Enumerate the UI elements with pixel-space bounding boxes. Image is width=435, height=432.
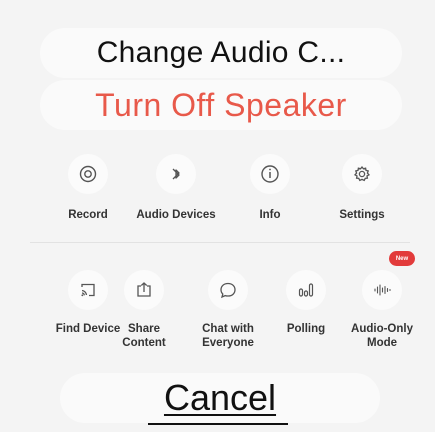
- share-icon: [124, 270, 164, 310]
- audio-only-label: Audio-Only Mode: [351, 322, 413, 350]
- share-label-line1: Share: [128, 323, 160, 335]
- section-divider: [30, 242, 410, 243]
- share-label-line2: Content: [122, 337, 166, 349]
- info-icon: [250, 154, 290, 194]
- gear-icon: [342, 154, 382, 194]
- record-option[interactable]: Record: [60, 154, 116, 222]
- audio-devices-label: Audio Devices: [136, 209, 216, 221]
- cancel-underline: [148, 423, 288, 425]
- chat-icon: [208, 270, 248, 310]
- turn-off-speaker-label: Turn Off Speaker: [95, 86, 347, 123]
- polling-option[interactable]: Polling: [280, 270, 332, 336]
- audio-wave-icon: [362, 270, 402, 310]
- audio-only-label-line1: Audio-Only: [351, 323, 413, 335]
- settings-option[interactable]: Settings: [332, 154, 392, 222]
- cast-icon: [68, 270, 108, 310]
- find-device-option[interactable]: Find Device: [52, 270, 124, 336]
- bluetooth-icon: [156, 154, 196, 194]
- change-audio-label: Change Audio C...: [96, 36, 346, 69]
- record-label: Record: [68, 209, 108, 221]
- find-device-label: Find Device: [55, 323, 121, 335]
- chat-label: Chat with Everyone: [202, 322, 254, 350]
- audio-only-label-line2: Mode: [366, 337, 398, 349]
- audio-only-mode-option[interactable]: Audio-Only Mode: [342, 270, 422, 350]
- turn-off-speaker-button[interactable]: Turn Off Speaker: [40, 80, 402, 130]
- new-badge: New: [389, 251, 415, 266]
- chat-label-line1: Chat with: [202, 323, 254, 335]
- settings-label: Settings: [339, 209, 385, 221]
- audio-options-sheet: Change Audio C... Turn Off Speaker Recor…: [0, 0, 435, 432]
- share-content-label: Share Content: [122, 322, 165, 350]
- change-audio-button[interactable]: Change Audio C...: [40, 28, 402, 78]
- audio-devices-option[interactable]: Audio Devices: [136, 154, 216, 222]
- info-option[interactable]: Info: [248, 154, 292, 222]
- info-label: Info: [259, 209, 281, 221]
- cancel-label: Cancel: [163, 377, 277, 418]
- cancel-button[interactable]: Cancel: [60, 373, 380, 423]
- share-content-option[interactable]: Share Content: [116, 270, 172, 350]
- record-icon: [68, 154, 108, 194]
- chat-option[interactable]: Chat with Everyone: [190, 270, 266, 350]
- polling-icon: [286, 270, 326, 310]
- polling-label: Polling: [286, 323, 326, 335]
- chat-label-line2: Everyone: [202, 337, 254, 349]
